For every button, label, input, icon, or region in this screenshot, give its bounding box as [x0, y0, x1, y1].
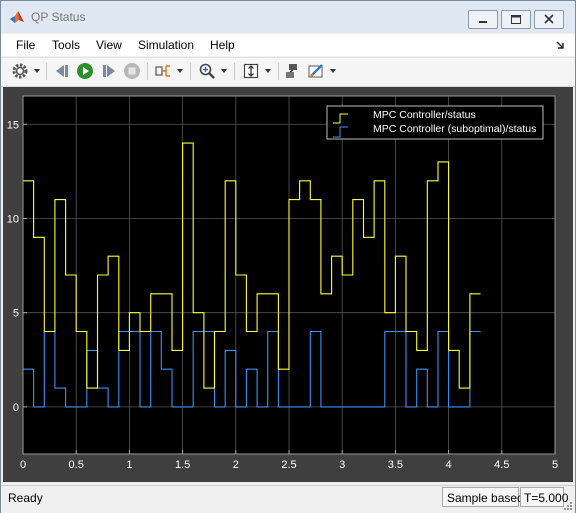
maximize-icon — [511, 15, 521, 24]
highlight-block-icon[interactable] — [283, 62, 301, 80]
dock-arrow-icon[interactable] — [555, 39, 567, 51]
x-tick-label: 3.5 — [388, 459, 403, 471]
x-tick-label: 3 — [339, 459, 345, 471]
separator — [190, 63, 191, 80]
separator — [46, 63, 47, 80]
run-icon[interactable] — [76, 62, 94, 80]
gear-icon[interactable] — [11, 62, 29, 80]
close-button[interactable] — [534, 10, 564, 29]
x-tick-label: 2 — [233, 459, 239, 471]
x-tick-label: 4 — [446, 459, 452, 471]
x-tick-label: 4.5 — [494, 459, 509, 471]
chevron-down-icon[interactable] — [34, 69, 40, 73]
x-tick-label: 2.5 — [281, 459, 296, 471]
signal-select-icon[interactable] — [154, 62, 172, 80]
style-icon[interactable] — [307, 62, 325, 80]
menu-simulation[interactable]: Simulation — [138, 38, 194, 52]
separator — [147, 63, 148, 80]
step-forward-icon[interactable] — [100, 62, 118, 80]
legend[interactable]: MPC Controller/status MPC Controller (su… — [326, 105, 544, 140]
status-chart[interactable]: 0 0.5 1 1.5 2 2.5 3 3.5 4 4.5 5 0 5 10 15 MPC Controll… — [3, 87, 573, 482]
chevron-down-icon[interactable] — [221, 69, 227, 73]
zoom-icon[interactable] — [198, 62, 216, 80]
chevron-down-icon[interactable] — [177, 69, 183, 73]
menu-tools[interactable]: Tools — [52, 38, 80, 52]
resize-grip-icon[interactable] — [563, 501, 573, 511]
separator — [278, 63, 279, 80]
status-bar: Ready Sample based T=5.000 — [1, 485, 575, 513]
window-title: QP Status — [31, 10, 86, 24]
chevron-down-icon[interactable] — [330, 69, 336, 73]
toolbar — [1, 57, 575, 87]
scope-plot-panel: 0 0.5 1 1.5 2 2.5 3 3.5 4 4.5 5 0 5 10 15 MPC Controll… — [3, 87, 573, 482]
stop-icon[interactable] — [123, 62, 141, 80]
y-tick-label: 5 — [13, 308, 19, 320]
x-tick-label: 0.5 — [69, 459, 84, 471]
title-bar[interactable]: QP Status — [1, 1, 575, 33]
legend-label-1: MPC Controller/status — [373, 109, 476, 121]
legend-label-2: MPC Controller (suboptimal)/status — [373, 123, 536, 135]
x-tick-label: 1.5 — [175, 459, 190, 471]
sim-time-field: T=5.000 — [520, 487, 568, 507]
app-window: QP Status File Tools View Simulation Hel… — [0, 0, 576, 513]
sample-mode-field: Sample based — [442, 487, 524, 507]
status-ready-text: Ready — [8, 491, 43, 505]
step-back-icon[interactable] — [53, 62, 71, 80]
y-tick-label: 0 — [13, 402, 19, 414]
menu-view[interactable]: View — [96, 38, 122, 52]
matlab-logo-icon — [10, 11, 24, 23]
autoscale-icon[interactable] — [242, 62, 260, 80]
chevron-down-icon[interactable] — [265, 69, 271, 73]
x-tick-label: 0 — [20, 459, 26, 471]
menu-help[interactable]: Help — [210, 38, 235, 52]
separator — [234, 63, 235, 80]
y-tick-label: 10 — [7, 213, 19, 225]
menu-file[interactable]: File — [16, 38, 35, 52]
menu-bar: File Tools View Simulation Help — [1, 34, 575, 56]
close-icon — [544, 14, 554, 24]
maximize-button[interactable] — [501, 10, 531, 29]
x-tick-label: 5 — [552, 459, 558, 471]
minimize-icon — [479, 21, 487, 23]
y-tick-label: 15 — [7, 119, 19, 131]
minimize-button[interactable] — [468, 10, 498, 29]
x-tick-label: 1 — [126, 459, 132, 471]
